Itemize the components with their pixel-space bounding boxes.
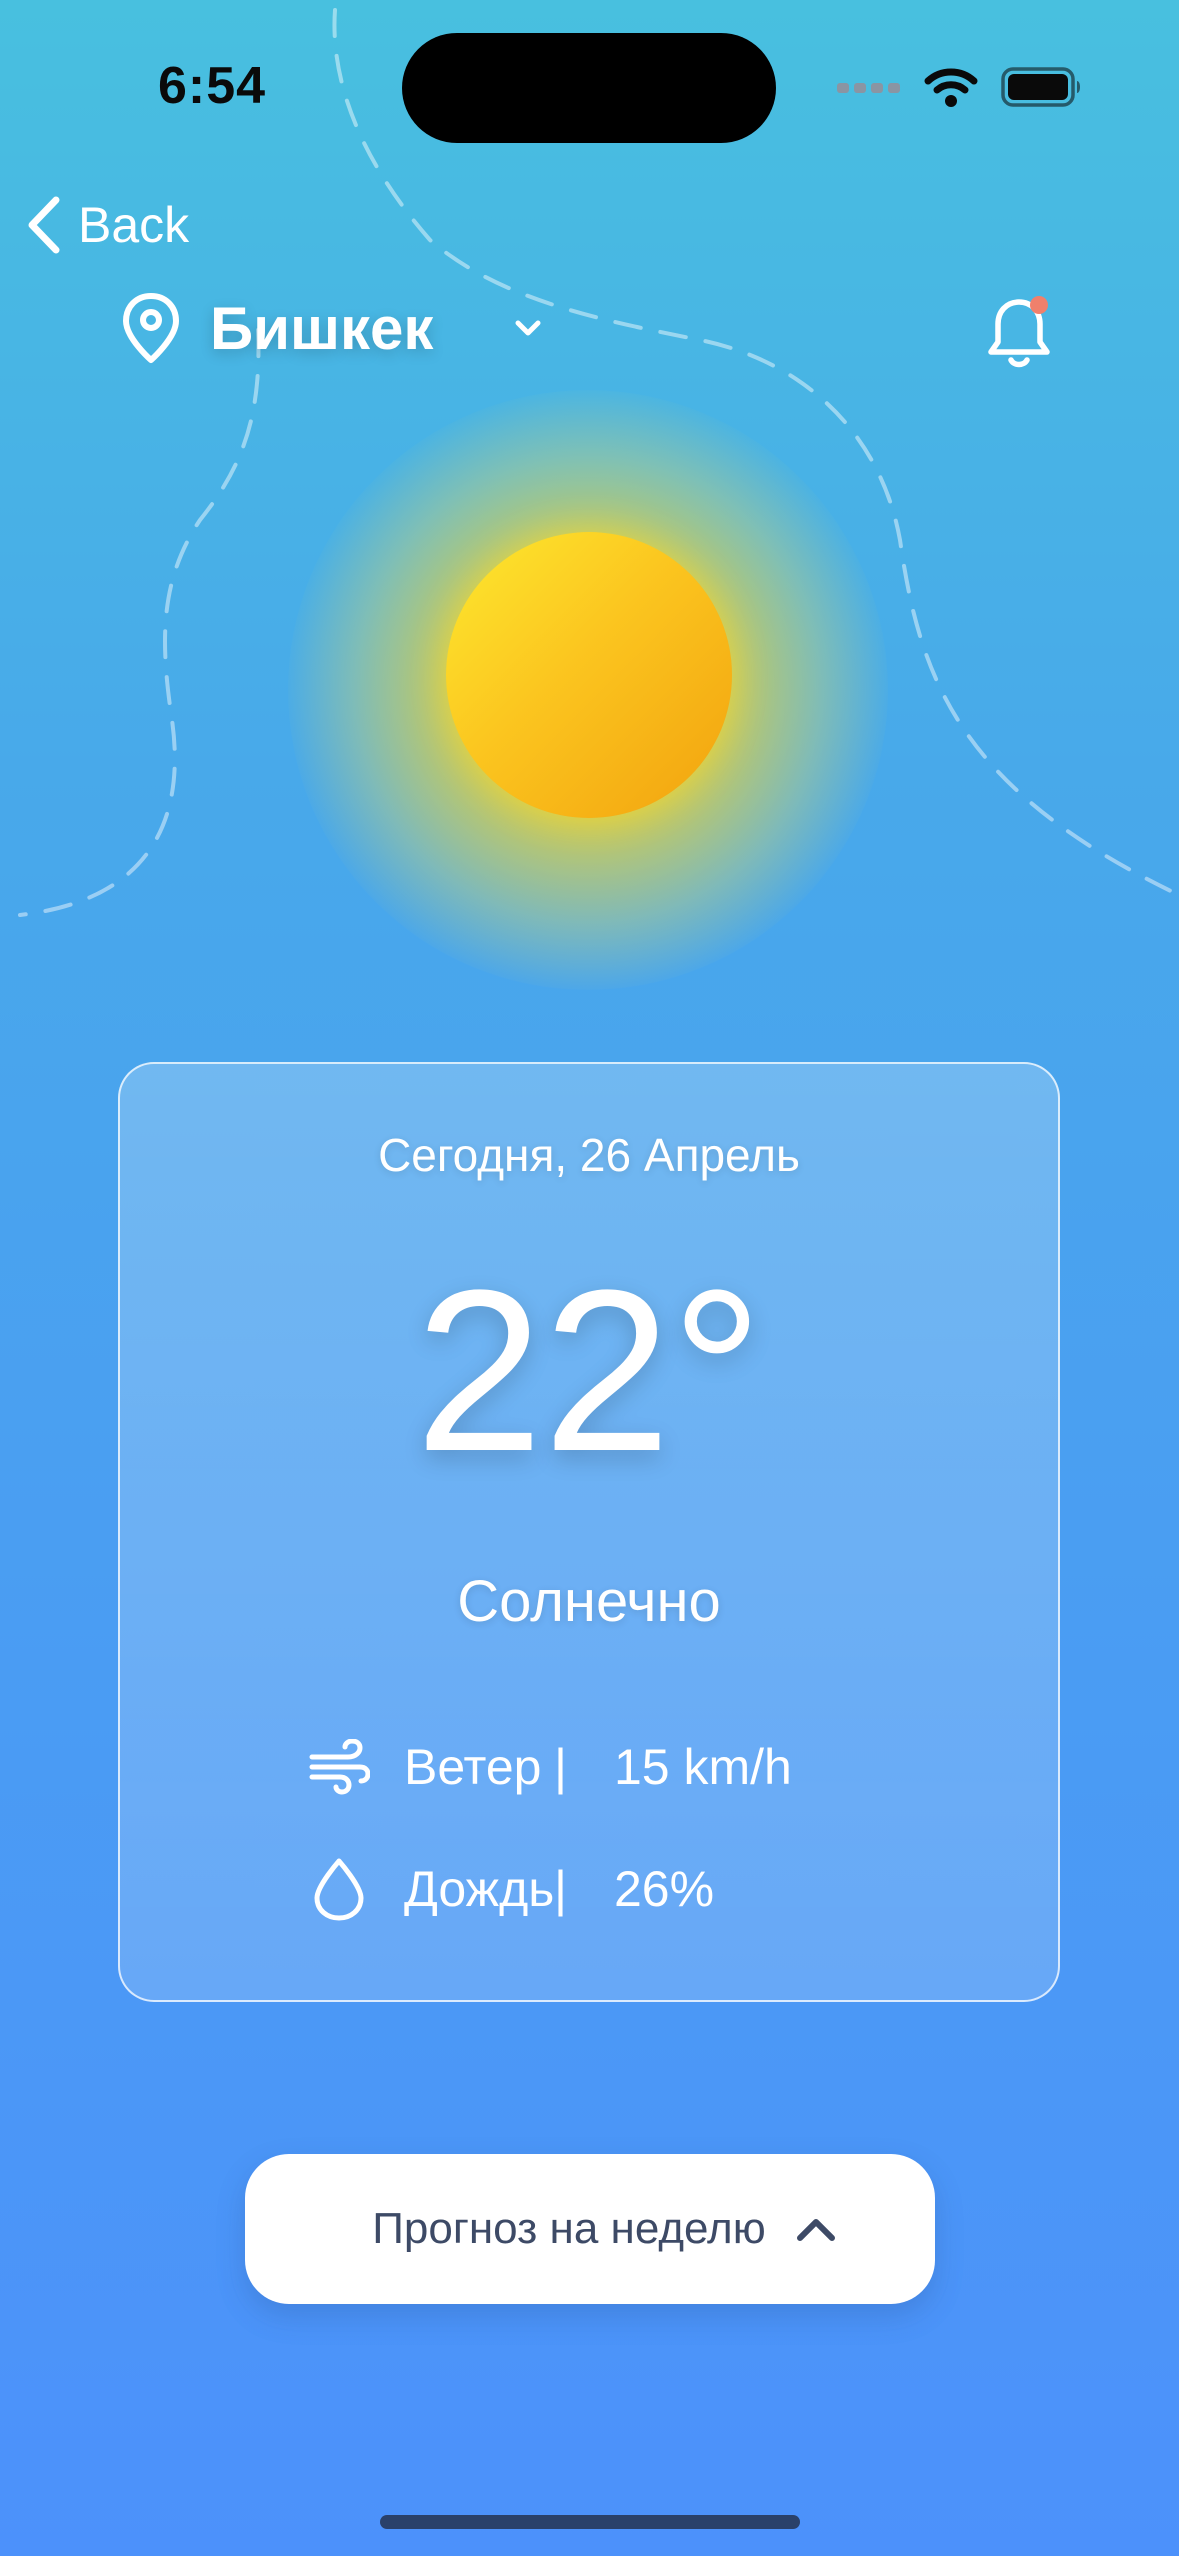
dynamic-island [402,33,776,143]
bell-icon[interactable] [984,292,1054,372]
weekly-forecast-button[interactable]: Прогноз на неделю [245,2154,935,2304]
home-indicator[interactable] [380,2515,800,2529]
wind-value: 15 km/h [614,1739,792,1795]
status-time: 6:54 [158,57,267,115]
rain-value: 26% [614,1861,715,1917]
forecast-label: Прогноз на неделю [372,2204,766,2253]
location-pin-icon [123,293,179,363]
rain-row: Дождь | 26% [308,1854,714,1924]
wind-row: Ветер | 15 km/h [308,1732,792,1802]
status-icons [837,62,1083,112]
battery-icon [1001,67,1080,107]
city-name: Бишкек [210,294,434,362]
wind-separator: | [554,1739,567,1795]
sun-icon [446,532,732,818]
weather-condition: Солнечно [457,1569,721,1634]
back-button[interactable]: Back [24,194,189,256]
signal-icon [837,83,900,93]
wifi-icon [924,68,978,107]
weather-card: Сегодня, 26 Апрель 22° Солнечно Ветер | … [118,1062,1060,2002]
rain-separator: | [554,1861,567,1917]
rain-label: Дождь [404,1861,555,1917]
wind-label: Ветер [404,1739,542,1795]
location-selector[interactable]: Бишкек [120,290,545,366]
back-label: Back [78,197,190,253]
chevron-left-icon [28,196,60,254]
temperature: 22° [415,1242,763,1499]
chevron-down-icon [515,320,541,336]
droplet-icon [314,1858,364,1921]
wind-icon [309,1739,370,1795]
notification-dot [1030,296,1048,314]
chevron-up-icon [796,2219,835,2241]
weather-date: Сегодня, 26 Апрель [378,1129,800,1181]
